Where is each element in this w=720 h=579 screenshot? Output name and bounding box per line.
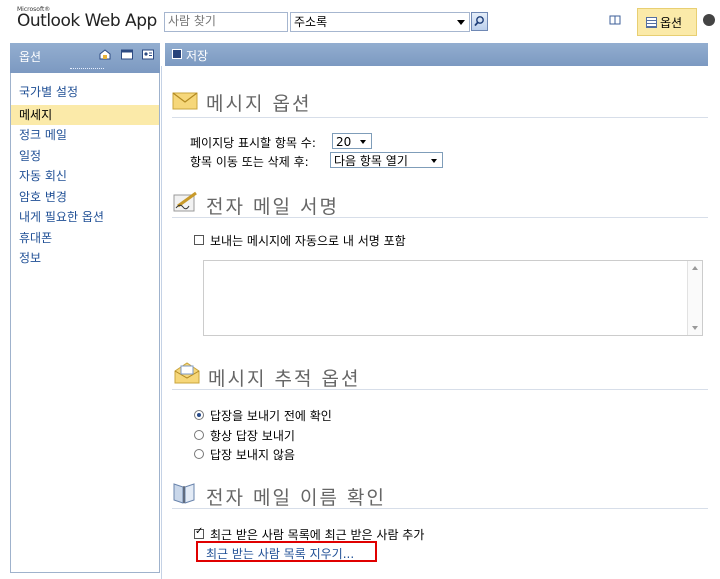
chevron-down-icon <box>457 20 465 25</box>
section-divider <box>172 117 708 118</box>
clear-recent-highlight: 최근 받는 사람 목록 지우기... <box>196 541 377 562</box>
options-nav-panel: 국가별 설정 메세지 정크 메일 일정 자동 회신 암호 변경 내게 필요한 옵… <box>10 73 160 573</box>
nav-item-about[interactable]: 정보 <box>11 248 159 268</box>
floppy-disk-icon <box>172 49 182 59</box>
radio-label: 답장을 보내기 전에 확인 <box>210 409 332 423</box>
nav-item-label: 국가별 설정 <box>19 85 79 99</box>
options-grid-icon <box>646 17 657 28</box>
address-book-icon <box>173 483 195 504</box>
section-title-name-check: 전자 메일 이름 확인 <box>206 487 386 509</box>
open-envelope-icon <box>174 362 200 384</box>
nav-item-regional-settings[interactable]: 국가별 설정 <box>11 82 159 102</box>
nav-item-mobile-phone[interactable]: 휴대폰 <box>11 228 159 248</box>
help-icon[interactable] <box>703 14 715 26</box>
contact-card-icon[interactable] <box>142 49 154 60</box>
nav-item-accessibility[interactable]: 내게 필요한 옵션 <box>11 207 159 227</box>
search-icon <box>474 16 484 27</box>
calendar-icon[interactable] <box>121 49 133 60</box>
nav-item-label: 정크 메일 <box>19 128 67 142</box>
nav-item-auto-reply[interactable]: 자동 회신 <box>11 166 159 186</box>
section-divider <box>172 508 708 509</box>
pane-divider <box>161 66 162 579</box>
after-move-select[interactable]: 다음 항목 열기 <box>330 152 443 168</box>
resize-grip[interactable] <box>70 68 104 71</box>
section-title-signature: 전자 메일 서명 <box>206 196 339 218</box>
radio-label: 항상 답장 보내기 <box>210 429 295 443</box>
section-divider <box>172 389 708 390</box>
section-title-tracking: 메시지 추적 옵션 <box>208 368 361 390</box>
address-book-select[interactable]: 주소록 <box>290 12 470 32</box>
auto-signature-checkbox[interactable] <box>194 235 204 245</box>
signature-icon <box>173 191 197 212</box>
content-toolbar: 저장 <box>165 43 708 66</box>
section-title-message-options: 메시지 옵션 <box>206 93 312 115</box>
nav-item-label: 내게 필요한 옵션 <box>19 210 104 224</box>
nav-item-label: 휴대폰 <box>19 231 53 245</box>
nav-item-label: 일정 <box>19 149 42 163</box>
people-search-input[interactable] <box>165 13 287 29</box>
nav-item-calendar[interactable]: 일정 <box>11 146 159 166</box>
options-nav-title: 옵션 <box>19 50 42 64</box>
signature-scrollbar[interactable] <box>687 261 702 335</box>
items-per-page-label: 페이지당 표시할 항목 수: <box>190 136 316 150</box>
search-button[interactable] <box>471 12 488 31</box>
nav-item-label: 자동 회신 <box>19 169 67 183</box>
radio-always-reply[interactable] <box>194 430 204 440</box>
options-label: 옵션 <box>660 16 683 30</box>
address-book-button[interactable] <box>609 14 621 26</box>
app-logo: Outlook Web App <box>17 11 157 31</box>
add-recent-checkbox[interactable] <box>194 526 204 539</box>
radio-confirm-before-reply[interactable] <box>194 410 204 420</box>
save-label: 저장 <box>186 49 209 63</box>
nav-item-label: 메세지 <box>19 108 53 122</box>
options-nav-header: 옵션 <box>10 43 160 73</box>
people-search-field[interactable] <box>164 12 288 32</box>
book-icon <box>609 15 621 25</box>
radio-never-reply[interactable] <box>194 449 204 459</box>
nav-item-messaging[interactable]: 메세지 <box>11 105 159 125</box>
after-move-value: 다음 항목 열기 <box>334 154 408 168</box>
scroll-down-icon[interactable] <box>692 326 698 330</box>
items-per-page-value: 20 <box>336 135 352 149</box>
nav-item-junk-mail[interactable]: 정크 메일 <box>11 125 159 145</box>
auto-signature-label: 보내는 메시지에 자동으로 내 서명 포함 <box>210 234 406 248</box>
mailbox-icon[interactable] <box>99 49 111 60</box>
clear-recent-link[interactable]: 최근 받는 사람 목록 지우기... <box>206 545 354 562</box>
section-divider <box>172 217 708 218</box>
signature-textarea[interactable] <box>203 260 703 336</box>
items-per-page-select[interactable]: 20 <box>332 133 372 149</box>
after-move-label: 항목 이동 또는 삭제 후: <box>190 155 309 169</box>
options-button[interactable]: 옵션 <box>637 8 697 36</box>
chevron-down-icon <box>360 140 366 144</box>
nav-item-change-password[interactable]: 암호 변경 <box>11 187 159 207</box>
chevron-down-icon <box>431 159 437 163</box>
envelope-icon <box>172 92 198 110</box>
address-book-value: 주소록 <box>294 15 328 29</box>
nav-item-label: 정보 <box>19 251 42 265</box>
scroll-up-icon[interactable] <box>692 266 698 270</box>
radio-label: 답장 보내지 않음 <box>210 448 295 462</box>
nav-item-label: 암호 변경 <box>19 190 67 204</box>
